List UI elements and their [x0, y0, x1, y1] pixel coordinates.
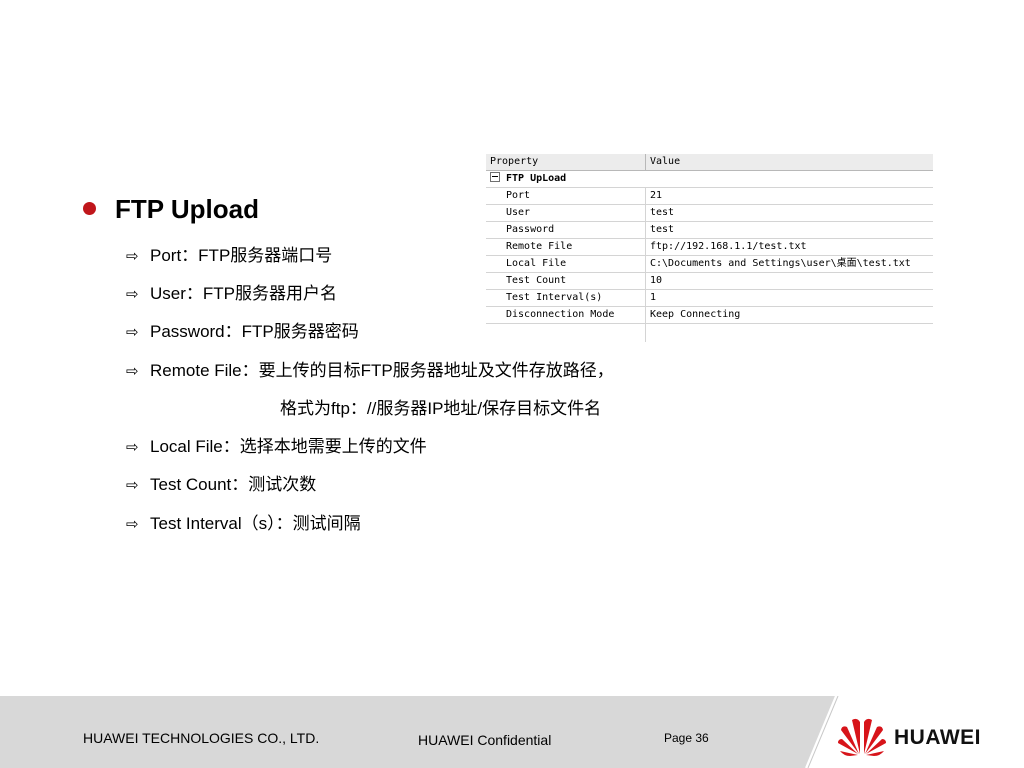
blank-cell: [646, 324, 934, 343]
property-row[interactable]: Port 21: [486, 187, 933, 205]
property-name: Test Count: [486, 272, 646, 290]
arrow-right-icon: ⇨: [126, 323, 139, 341]
property-value[interactable]: 1: [645, 289, 933, 307]
property-name: Test Interval(s): [486, 289, 646, 307]
property-value[interactable]: 21: [645, 187, 933, 205]
property-grid-blank-row: [486, 323, 934, 343]
property-group-label: FTP UpLoad: [506, 173, 567, 184]
list-item-port: ⇨ Port：FTP服务器端口号: [126, 245, 332, 267]
property-grid-header: Property Value: [486, 154, 933, 171]
arrow-right-icon: ⇨: [126, 515, 139, 533]
arrow-right-icon: ⇨: [126, 476, 139, 494]
property-name: Port: [486, 187, 646, 205]
list-item-password: ⇨ Password：FTP服务器密码: [126, 321, 359, 343]
list-item-text: User：FTP服务器用户名: [150, 284, 337, 303]
property-value[interactable]: test: [645, 221, 933, 239]
property-row[interactable]: Password test: [486, 221, 933, 239]
property-name: Remote File: [486, 238, 646, 256]
property-row[interactable]: User test: [486, 204, 933, 222]
property-row[interactable]: Test Count 10: [486, 272, 933, 290]
property-value[interactable]: Keep Connecting: [645, 306, 933, 324]
property-group-cell[interactable]: FTP UpLoad: [486, 170, 933, 188]
list-item-text: Test Interval（s）：测试间隔: [150, 514, 361, 533]
list-item-local-file: ⇨ Local File：选择本地需要上传的文件: [126, 436, 427, 458]
arrow-right-icon: ⇨: [126, 247, 139, 265]
footer-page-number: Page 36: [664, 731, 709, 745]
property-row[interactable]: Local File C:\Documents and Settings\use…: [486, 255, 933, 273]
property-grid: Property Value FTP UpLoad Port 21 User t…: [486, 154, 933, 342]
footer-confidential-label: HUAWEI Confidential: [418, 732, 552, 748]
arrow-right-icon: ⇨: [126, 285, 139, 303]
list-item-text: Port：FTP服务器端口号: [150, 246, 333, 265]
blank-cell: [486, 323, 646, 342]
huawei-logo-text: HUAWEI: [894, 726, 981, 749]
huawei-logo-icon: [838, 718, 886, 756]
property-row[interactable]: Test Interval(s) 1: [486, 289, 933, 307]
arrow-right-icon: ⇨: [126, 362, 139, 380]
title-bullet-icon: [83, 202, 96, 215]
property-value[interactable]: ftp://192.168.1.1/test.txt: [645, 238, 933, 256]
footer-divider-line: [805, 696, 839, 768]
property-value[interactable]: 10: [645, 272, 933, 290]
property-value[interactable]: test: [645, 204, 933, 222]
property-name: Disconnection Mode: [486, 306, 646, 324]
list-item-text: Local File：选择本地需要上传的文件: [150, 437, 427, 456]
property-group-row[interactable]: FTP UpLoad: [486, 170, 933, 188]
list-item-test-interval: ⇨ Test Interval（s）：测试间隔: [126, 513, 361, 535]
list-item-text: Password：FTP服务器密码: [150, 322, 359, 341]
arrow-right-icon: ⇨: [126, 438, 139, 456]
list-item-test-count: ⇨ Test Count：测试次数: [126, 474, 316, 496]
column-header-value[interactable]: Value: [645, 154, 933, 171]
property-row[interactable]: Disconnection Mode Keep Connecting: [486, 306, 933, 324]
property-name: User: [486, 204, 646, 222]
collapse-icon[interactable]: [490, 172, 500, 182]
list-item-text: Remote File：要上传的目标FTP服务器地址及文件存放路径，: [150, 361, 614, 380]
footer-company-name: HUAWEI TECHNOLOGIES CO., LTD.: [83, 730, 320, 746]
list-item-remote-file: ⇨ Remote File：要上传的目标FTP服务器地址及文件存放路径，: [126, 360, 614, 382]
remote-file-format-note: 格式为ftp：//服务器IP地址/保存目标文件名: [280, 399, 602, 418]
column-header-property[interactable]: Property: [486, 154, 646, 171]
property-value[interactable]: C:\Documents and Settings\user\桌面\test.t…: [645, 255, 933, 273]
property-name: Password: [486, 221, 646, 239]
list-item-user: ⇨ User：FTP服务器用户名: [126, 283, 337, 305]
property-name: Local File: [486, 255, 646, 273]
property-row[interactable]: Remote File ftp://192.168.1.1/test.txt: [486, 238, 933, 256]
slide-title: FTP Upload: [115, 194, 259, 224]
list-item-text: Test Count：测试次数: [150, 475, 317, 494]
